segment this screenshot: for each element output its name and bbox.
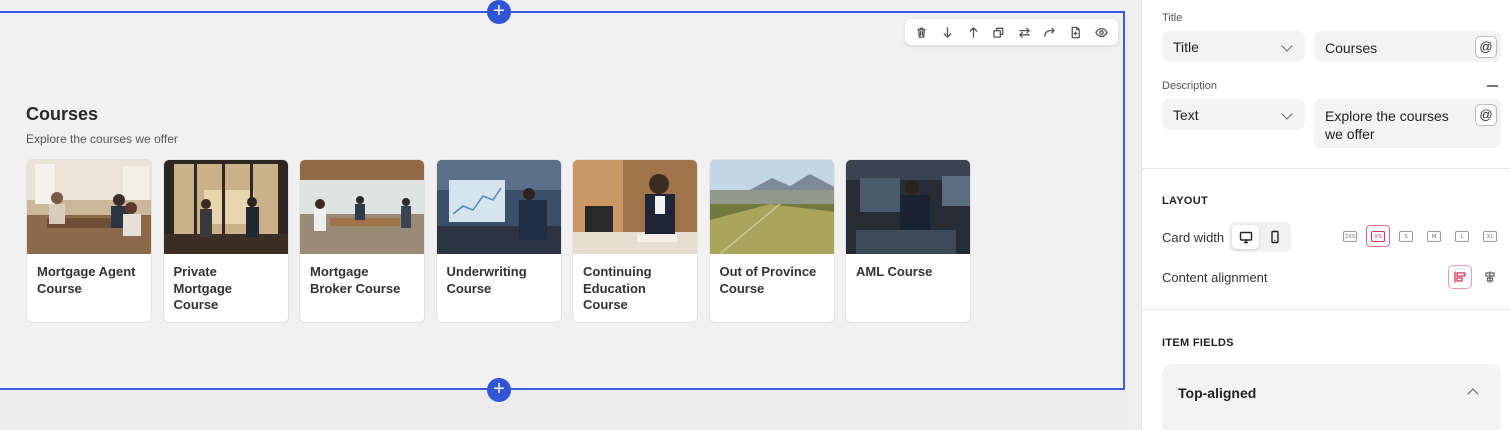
divider: [1142, 309, 1510, 310]
size-option-l[interactable]: L: [1453, 227, 1471, 245]
top-aligned-accordion[interactable]: Top-aligned: [1162, 364, 1501, 430]
course-card-image: [27, 160, 151, 254]
title-type-value: Title: [1173, 39, 1199, 55]
course-card-title: Private Mortgage Course: [173, 264, 233, 312]
minus-icon[interactable]: [1487, 85, 1498, 87]
course-card-title: Continuing Education Course: [583, 264, 652, 312]
add-section-below-button[interactable]: +: [487, 378, 511, 402]
description-type-select[interactable]: Text: [1162, 99, 1305, 130]
size-option-xs[interactable]: XS: [1366, 225, 1390, 247]
selected-section[interactable]: Courses Explore the courses we offer Mor…: [0, 11, 1125, 390]
title-field-label: Title: [1162, 12, 1183, 24]
size-option-xl[interactable]: XL: [1481, 227, 1499, 245]
next-section-preview[interactable]: [0, 391, 1124, 430]
section-toolbar: [905, 19, 1118, 45]
description-value-input[interactable]: Explore the courses we offer @: [1314, 99, 1501, 148]
arrow-up-icon[interactable]: [960, 19, 986, 45]
description-type-value: Text: [1173, 107, 1199, 123]
size-option-s[interactable]: S: [1397, 227, 1415, 245]
size-label: S: [1399, 230, 1413, 242]
section-title[interactable]: Courses: [26, 104, 98, 125]
description-value-text: Explore the courses we offer: [1325, 108, 1449, 142]
size-option-m[interactable]: M: [1425, 227, 1443, 245]
device-toggle: [1229, 222, 1291, 252]
course-card-image: [436, 160, 561, 254]
section-description[interactable]: Explore the courses we offer: [26, 132, 178, 146]
size-label: XS: [1371, 230, 1385, 242]
size-label: M: [1427, 230, 1441, 242]
mobile-icon[interactable]: [1261, 225, 1288, 249]
align-left-icon[interactable]: [1448, 265, 1472, 289]
course-card[interactable]: Mortgage Agent Course: [26, 159, 152, 323]
file-icon[interactable]: [1063, 19, 1089, 45]
accordion-title: Top-aligned: [1178, 385, 1257, 401]
chevron-up-icon[interactable]: [1467, 388, 1479, 400]
course-card[interactable]: AML Course: [845, 159, 971, 323]
at-mention-button[interactable]: @: [1475, 36, 1497, 58]
swap-icon[interactable]: [1012, 19, 1038, 45]
course-cards: Mortgage Agent Course Private Mortgage C…: [26, 159, 971, 323]
course-card[interactable]: Private Mortgage Course: [162, 159, 289, 323]
eye-icon[interactable]: [1088, 19, 1114, 45]
course-card-image: [573, 160, 697, 254]
course-card-image: [300, 160, 424, 254]
course-card-title: Out of Province Course: [719, 264, 817, 296]
item-fields-heading: ITEM FIELDS: [1162, 337, 1234, 349]
card-width-label: Card width: [1162, 230, 1225, 245]
course-card-title: Mortgage Agent Course: [37, 264, 136, 296]
course-card-title: AML Course: [856, 264, 933, 279]
add-section-above-button[interactable]: +: [487, 0, 511, 24]
chevron-down-icon: [1281, 108, 1293, 120]
course-card[interactable]: Underwriting Course: [435, 159, 562, 323]
editor-canvas: Courses Explore the courses we offer Mor…: [0, 0, 1141, 430]
course-card-title: Mortgage Broker Course: [310, 264, 401, 296]
desktop-icon[interactable]: [1232, 225, 1259, 249]
course-card-title: Underwriting Course: [446, 264, 527, 296]
size-label: XL: [1483, 230, 1497, 242]
course-card[interactable]: Mortgage Broker Course: [299, 159, 425, 323]
title-value-text: Courses: [1325, 40, 1378, 56]
description-field-label: Description: [1162, 80, 1218, 92]
course-card[interactable]: Out of Province Course: [708, 159, 835, 323]
size-label: L: [1455, 230, 1469, 242]
align-center-icon[interactable]: [1478, 265, 1502, 289]
arrow-down-icon[interactable]: [935, 19, 961, 45]
layout-heading: LAYOUT: [1162, 195, 1209, 207]
chevron-down-icon: [1281, 40, 1293, 52]
course-card-image: [709, 160, 834, 254]
redo-icon[interactable]: [1037, 19, 1063, 45]
duplicate-icon[interactable]: [986, 19, 1012, 45]
content-alignment-label: Content alignment: [1162, 270, 1268, 285]
course-card[interactable]: Continuing Education Course: [572, 159, 698, 323]
size-label: 2XS: [1343, 230, 1357, 242]
title-type-select[interactable]: Title: [1162, 31, 1305, 62]
size-option-2xs[interactable]: 2XS: [1341, 227, 1359, 245]
divider: [1142, 168, 1510, 169]
at-mention-button[interactable]: @: [1475, 104, 1497, 126]
course-card-image: [163, 160, 288, 254]
course-card-image: [846, 160, 970, 254]
trash-icon[interactable]: [909, 19, 935, 45]
title-value-input[interactable]: Courses @: [1314, 31, 1501, 62]
